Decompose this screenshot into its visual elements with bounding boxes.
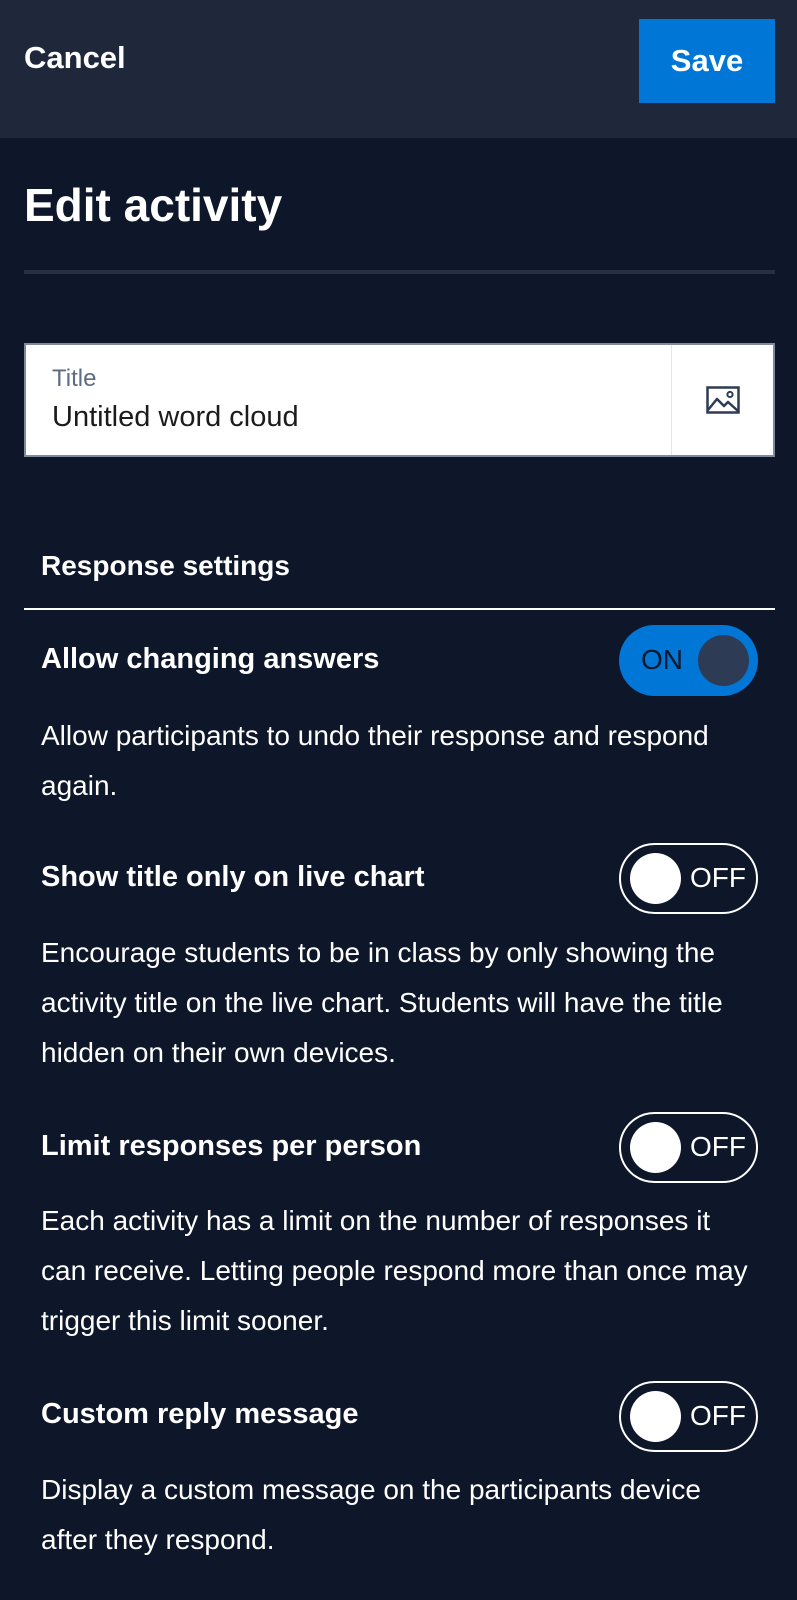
setting-allow-changing-answers-description: Allow participants to undo their respons… (41, 720, 709, 801)
title-field-label: Title (52, 365, 97, 392)
toggle-state-label: OFF (690, 1400, 746, 1431)
save-button[interactable]: Save (639, 19, 775, 103)
show-title-only-toggle[interactable]: OFF (619, 843, 758, 914)
toggle-state-label: OFF (690, 862, 746, 893)
image-icon (705, 386, 740, 414)
toggle-knob (698, 635, 749, 686)
toggle-knob (630, 1122, 681, 1173)
setting-limit-responses-name: Limit responses per person (41, 1130, 422, 1162)
title-divider (24, 270, 775, 274)
toggle-state-label: OFF (690, 1131, 746, 1162)
title-field[interactable]: Title Untitled word cloud (24, 343, 775, 457)
toggle-knob (630, 853, 681, 904)
setting-allow-changing-answers-name: Allow changing answers (41, 643, 380, 675)
custom-reply-toggle[interactable]: OFF (619, 1381, 758, 1452)
setting-custom-reply-name: Custom reply message (41, 1398, 359, 1430)
allow-changing-answers-toggle[interactable]: ON (619, 625, 758, 696)
setting-show-title-only-name: Show title only on live chart (41, 861, 425, 893)
section-divider (24, 608, 775, 610)
response-settings-heading: Response settings (41, 550, 290, 581)
page-title: Edit activity (24, 179, 283, 231)
cancel-button[interactable]: Cancel (24, 40, 126, 76)
limit-responses-toggle[interactable]: OFF (619, 1112, 758, 1183)
toggle-state-label: ON (641, 644, 683, 675)
add-image-button[interactable] (671, 345, 773, 455)
setting-show-title-only-description: Encourage students to be in class by onl… (41, 937, 723, 1068)
title-field-value[interactable]: Untitled word cloud (52, 401, 299, 434)
top-bar: Cancel Save (0, 0, 797, 138)
setting-limit-responses-description: Each activity has a limit on the number … (41, 1205, 748, 1336)
setting-custom-reply-description: Display a custom message on the particip… (41, 1474, 701, 1555)
toggle-knob (630, 1391, 681, 1442)
